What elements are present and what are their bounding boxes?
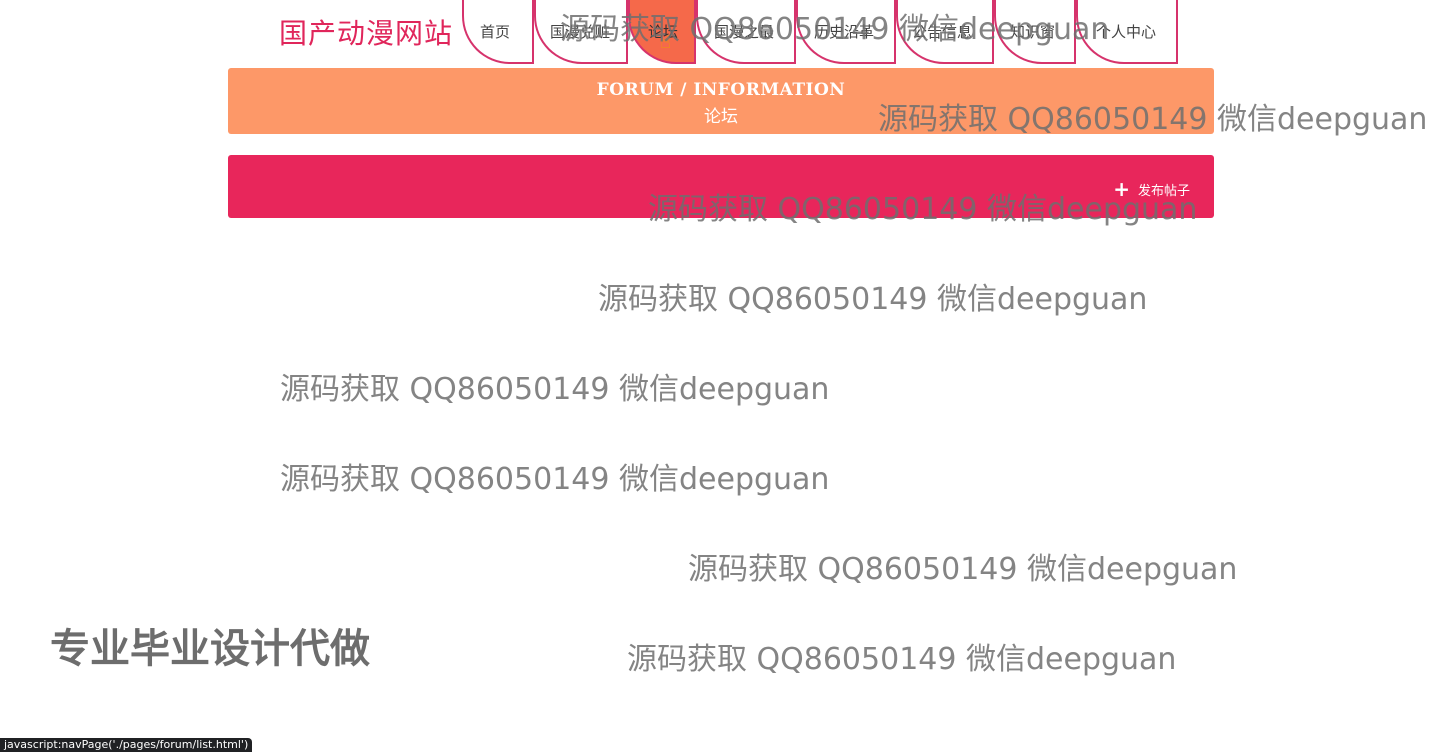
overlay-promo-text: 专业毕业设计代做 [50,626,370,672]
nav-label-home: 首页 [480,23,511,41]
plus-icon: + [1113,177,1130,201]
nav-label-profile: 个人中心 [1096,23,1157,41]
nav-label-anime-showcase: 国漫兑赃 [550,23,611,41]
publish-post-button[interactable]: + 发布帖子 [1113,177,1190,201]
nav-label-history: 历史沿革 [814,23,875,41]
banner-subtitle: 论坛 [704,107,738,127]
nav-label-knowledge: 知识窗 [1010,23,1056,41]
watermark-text: 源码获取 QQ86050149 微信deepguan [598,282,1148,317]
watermark-text: 源码获取 QQ86050149 微信deepguan [627,642,1177,677]
publish-post-label: 发布帖子 [1137,184,1190,199]
page-banner: FORUM / INFORMATION 论坛 [228,68,1214,134]
browser-status-url: javascript:navPage('./pages/forum/list.h… [0,738,253,752]
nav-label-anime-best: 国漫之最 [714,23,775,41]
hand-pointer-icon: ☝ [660,32,671,53]
page: 国产动漫网站 首页 国漫兑赃 论坛 国漫之最 历史沿革 公告信息 知识窗 个人中… [0,0,1440,752]
banner-title: FORUM / INFORMATION [596,80,846,100]
watermark-text: 源码获取 QQ86050149 微信deepguan [280,372,830,407]
watermark-text: 源码获取 QQ86050149 微信deepguan [280,462,830,497]
site-logo[interactable]: 国产动漫网站 [279,12,453,52]
main-nav: 首页 国漫兑赃 论坛 国漫之最 历史沿革 公告信息 知识窗 个人中心 [462,0,1182,66]
action-bar: + 发布帖子 [228,155,1214,218]
nav-label-announcements: 公告信息 [912,23,973,41]
watermark-text: 源码获取 QQ86050149 微信deepguan [688,552,1238,587]
